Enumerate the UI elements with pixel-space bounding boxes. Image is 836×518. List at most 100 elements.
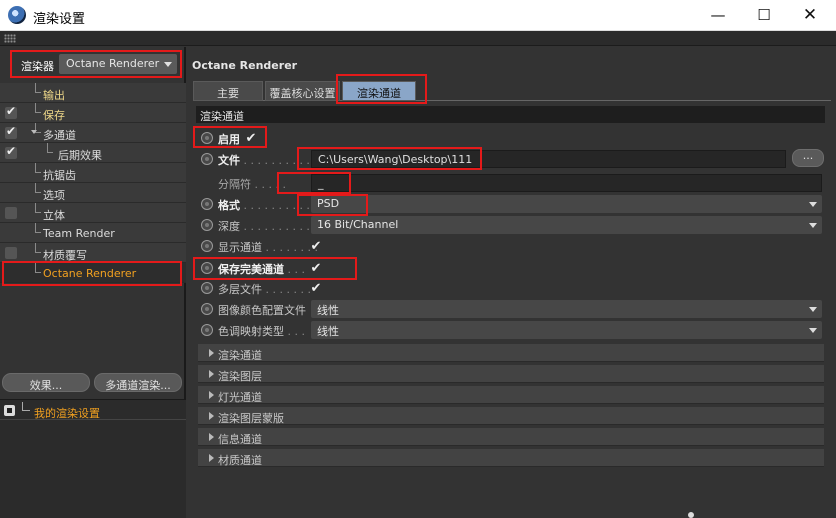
animate-radio[interactable]	[201, 324, 213, 336]
highlight-box	[2, 261, 182, 286]
chevron-right-icon	[209, 391, 214, 399]
animate-radio[interactable]	[201, 153, 213, 165]
title-bar: 渲染设置 — ☐ ✕	[0, 0, 836, 31]
highlight-box	[193, 126, 267, 148]
depth-row: 深度 . . . . . . . . . . 16 Bit/Channel	[198, 215, 824, 235]
tonemap-dropdown[interactable]: 线性	[311, 321, 822, 339]
animate-radio[interactable]	[201, 219, 213, 231]
chevron-down-icon	[809, 307, 817, 312]
preset-label: 我的渲染设置	[34, 407, 100, 420]
color-profile-row: 图像颜色配置文件 线性	[198, 299, 824, 319]
tree-item-label: 保存	[43, 109, 65, 122]
multilayer-row: 多层文件 . . . . . . . ✔	[198, 278, 824, 298]
animate-radio[interactable]	[201, 303, 213, 315]
cinema4d-app-icon	[8, 6, 26, 24]
chevron-down-icon	[809, 202, 817, 207]
animate-radio[interactable]	[201, 240, 213, 252]
maximize-button[interactable]: ☐	[741, 0, 787, 30]
effects-button[interactable]: 效果...	[2, 373, 90, 392]
format-dropdown[interactable]: PSD	[311, 195, 822, 213]
tree-item[interactable]: 选项	[0, 183, 186, 203]
preset-item[interactable]: 我的渲染设置	[0, 402, 186, 420]
tree-connector	[35, 203, 41, 213]
tab-main[interactable]: 主要	[193, 81, 263, 101]
tree-item-checkbox[interactable]	[5, 207, 17, 219]
separator-input[interactable]: _	[311, 174, 822, 192]
file-row: 文件 . . . . . . . . . . C:\Users\Wang\Des…	[198, 149, 824, 169]
group-material-passes[interactable]: 材质通道	[198, 449, 824, 467]
group-info-passes[interactable]: 信息通道	[198, 428, 824, 446]
show-passes-label: 显示通道 . . . . . . . .	[218, 241, 318, 254]
chevron-down-icon	[809, 328, 817, 333]
tree-item-label: 立体	[43, 209, 65, 222]
tree-connector	[35, 83, 41, 93]
enable-row: 启用 ✔	[198, 128, 824, 148]
chevron-right-icon	[209, 349, 214, 357]
tree-item-label: 输出	[43, 89, 65, 102]
animate-radio[interactable]	[201, 282, 213, 294]
tree-connector	[35, 243, 41, 253]
group-render-layers[interactable]: 渲染图层	[198, 365, 824, 383]
minimize-button[interactable]: —	[695, 0, 741, 30]
render-preset-area: 我的渲染设置	[0, 399, 186, 518]
tonemap-label: 色调映射类型 . . .	[218, 325, 305, 338]
highlight-box	[297, 194, 368, 216]
section-header: 渲染通道	[196, 106, 825, 123]
highlight-box	[277, 172, 351, 194]
tree-item[interactable]: 多通道	[0, 123, 186, 143]
depth-value: 16 Bit/Channel	[317, 218, 399, 231]
expand-arrow-icon[interactable]	[31, 130, 37, 134]
group-render-layer-mask[interactable]: 渲染图层蒙版	[198, 407, 824, 425]
tree-item[interactable]: 抗锯齿	[0, 163, 186, 183]
tree-connector	[35, 163, 41, 173]
group-light-passes[interactable]: 灯光通道	[198, 386, 824, 404]
tree-item-checkbox[interactable]	[5, 104, 17, 119]
chevron-right-icon	[209, 433, 214, 441]
show-passes-row: 显示通道 . . . . . . . . ✔	[198, 236, 824, 256]
tree-item-checkbox[interactable]	[5, 124, 17, 139]
chevron-down-icon	[809, 223, 817, 228]
depth-label: 深度 . . . . . . . . . .	[218, 220, 310, 233]
chevron-right-icon	[209, 454, 214, 462]
show-passes-checkbox[interactable]: ✔	[309, 239, 323, 254]
settings-tree: 输出保存多通道后期效果抗锯齿选项立体Team Render材质覆写Octane …	[0, 83, 186, 283]
tree-item-label: Team Render	[43, 227, 115, 240]
tree-item-checkbox[interactable]	[5, 247, 17, 259]
color-profile-label: 图像颜色配置文件	[218, 304, 306, 317]
tree-item[interactable]: 立体	[0, 203, 186, 223]
color-profile-dropdown[interactable]: 线性	[311, 300, 822, 318]
highlight-box	[297, 147, 482, 170]
tab-bar: 主要 覆盖核心设置 渲染通道	[193, 81, 831, 101]
tree-item[interactable]: 输出	[0, 83, 186, 103]
highlight-box	[193, 257, 357, 280]
tree-item[interactable]: 材质覆写	[0, 243, 186, 263]
tree-item-checkbox[interactable]	[5, 144, 17, 159]
multilayer-checkbox[interactable]: ✔	[309, 281, 323, 296]
animate-radio[interactable]	[201, 198, 213, 210]
cursor-dot	[688, 512, 694, 518]
color-profile-value: 线性	[317, 304, 339, 317]
tree-item-label: 抗锯齿	[43, 169, 76, 182]
octane-settings-panel: Octane Renderer 主要 覆盖核心设置 渲染通道 渲染通道 启用 ✔…	[188, 47, 836, 518]
panel-title: Octane Renderer	[192, 59, 298, 72]
multilayer-label: 多层文件 . . . . . . .	[218, 283, 311, 296]
grip-icon[interactable]	[4, 34, 16, 43]
tonemap-value: 线性	[317, 325, 339, 338]
preset-icon	[4, 405, 15, 416]
tree-connector	[47, 143, 53, 153]
tree-item[interactable]: 后期效果	[0, 143, 186, 163]
tab-override-kernel[interactable]: 覆盖核心设置	[265, 81, 340, 101]
highlight-box	[10, 50, 182, 78]
chevron-right-icon	[209, 370, 214, 378]
panel-grip-bar	[0, 31, 836, 46]
close-button[interactable]: ✕	[787, 0, 833, 30]
browse-button[interactable]: ...	[792, 149, 824, 167]
group-render-passes[interactable]: 渲染通道	[198, 344, 824, 362]
format-row: 格式 . . . . . . . . . . PSD	[198, 194, 824, 214]
tree-connector	[22, 402, 30, 411]
depth-dropdown[interactable]: 16 Bit/Channel	[311, 216, 822, 234]
tree-item-label: 选项	[43, 189, 65, 202]
multipass-render-button[interactable]: 多通道渲染...	[94, 373, 182, 392]
tree-item[interactable]: Team Render	[0, 223, 186, 243]
tree-item[interactable]: 保存	[0, 103, 186, 123]
